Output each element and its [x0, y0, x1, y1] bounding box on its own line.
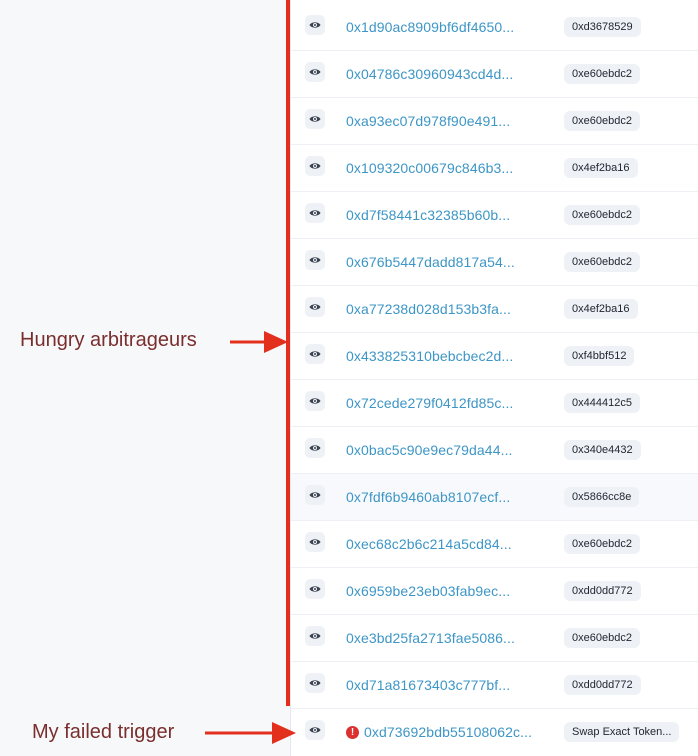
failed-arrow-head	[272, 722, 296, 744]
arbitrageurs-arrow-head	[264, 331, 288, 353]
annotation-overlay	[205, 0, 296, 744]
arbitrageurs-annotation: Hungry arbitrageurs	[20, 329, 197, 351]
failed-trigger-annotation: My failed trigger	[32, 721, 175, 743]
